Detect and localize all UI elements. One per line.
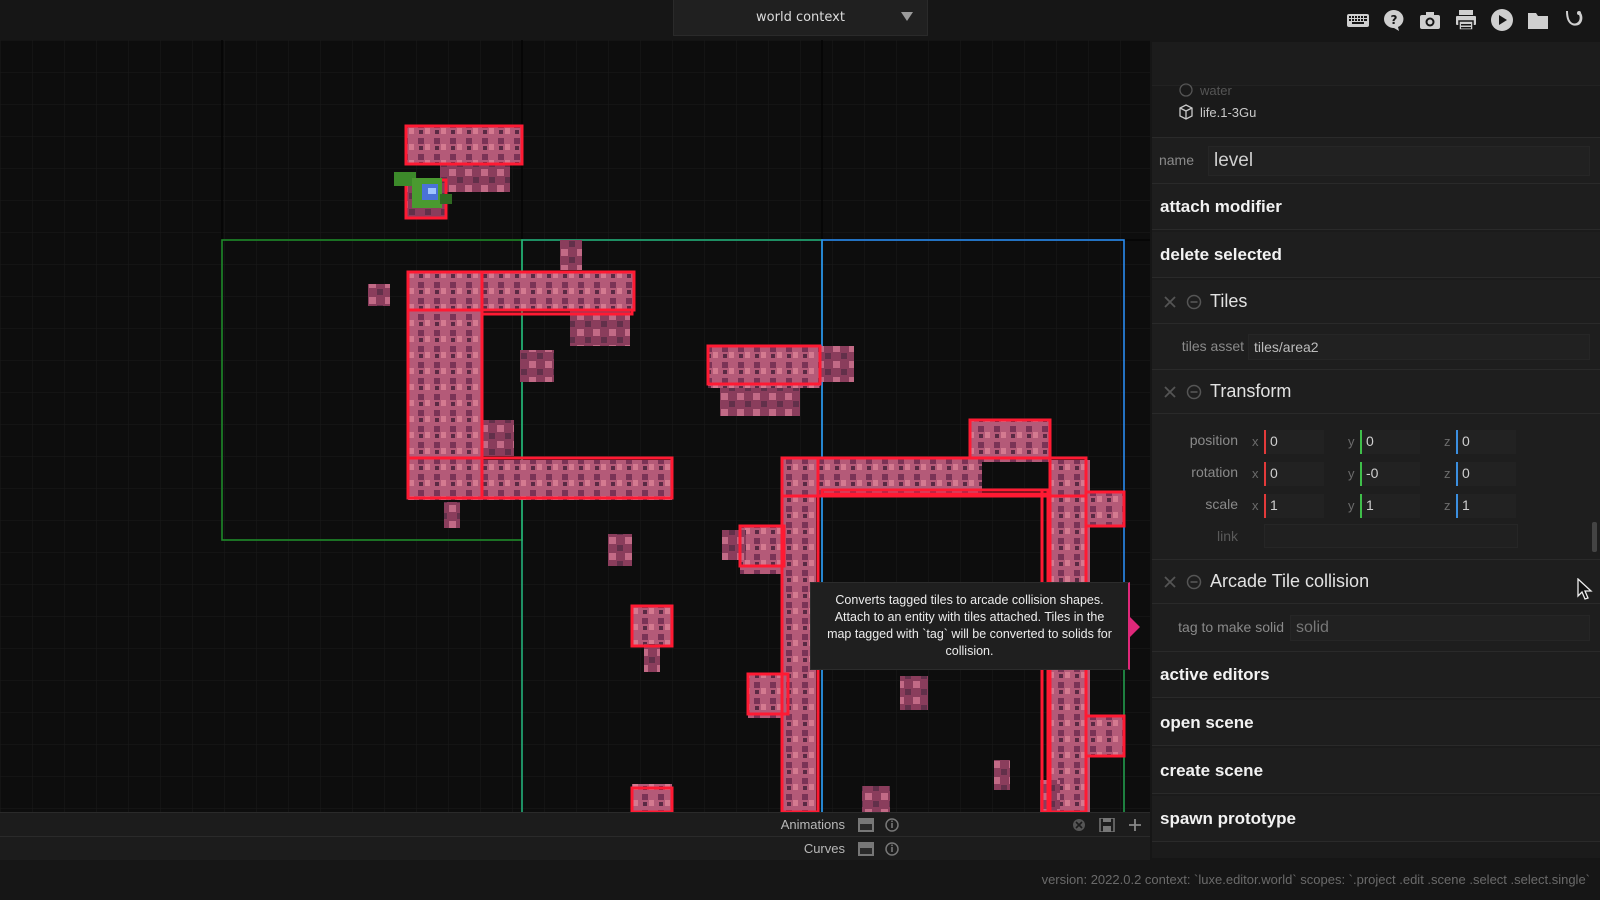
position-label: position bbox=[1189, 432, 1238, 448]
mouse-cursor-icon bbox=[1577, 578, 1593, 600]
tag-solid-input[interactable]: solid bbox=[1290, 615, 1590, 641]
animations-panel[interactable]: Animations bbox=[0, 812, 1150, 836]
tiles-asset-label: tiles asset bbox=[1181, 338, 1244, 354]
status-bar: version: 2022.0.2 context: `luxe.editor.… bbox=[0, 860, 1600, 900]
entity-row-life[interactable]: life.1-3Gu bbox=[1178, 104, 1256, 120]
curves-title: Curves bbox=[803, 841, 845, 856]
name-row: name level bbox=[1152, 138, 1600, 184]
rotation-z-input[interactable]: 0 bbox=[1456, 462, 1516, 486]
panel-toggle-icon[interactable] bbox=[858, 818, 874, 832]
info-icon[interactable] bbox=[884, 842, 900, 856]
chevron-down-icon[interactable] bbox=[901, 12, 913, 21]
close-circle-icon[interactable] bbox=[1071, 818, 1087, 832]
axis-z-label: z bbox=[1444, 434, 1451, 449]
axis-y-label: y bbox=[1348, 466, 1355, 481]
animations-title: Animations bbox=[780, 817, 845, 832]
world-scene bbox=[0, 40, 1150, 812]
entity-list-header bbox=[1152, 42, 1600, 86]
save-icon[interactable] bbox=[1099, 818, 1115, 832]
tiles-asset-input[interactable]: tiles/area2 bbox=[1248, 334, 1590, 360]
open-scene-button[interactable]: open scene bbox=[1152, 700, 1600, 746]
link-input[interactable] bbox=[1264, 524, 1518, 548]
printer-icon[interactable] bbox=[1454, 8, 1478, 32]
delete-selected-button[interactable]: delete selected bbox=[1152, 232, 1600, 278]
world-viewport[interactable]: Converts tagged tiles to arcade collisio… bbox=[0, 40, 1150, 812]
tiles-asset-row: tiles asset tiles/area2 bbox=[1152, 324, 1600, 370]
scale-x-input[interactable]: 1 bbox=[1264, 494, 1324, 518]
collapse-icon[interactable] bbox=[1186, 384, 1202, 400]
tooltip-text: Converts tagged tiles to arcade collisio… bbox=[827, 593, 1112, 658]
panel-toggle-icon[interactable] bbox=[858, 842, 874, 856]
position-x-input[interactable]: 0 bbox=[1264, 430, 1324, 454]
folder-icon[interactable] bbox=[1526, 8, 1550, 32]
cube-icon bbox=[1179, 104, 1193, 120]
luxe-logo-icon[interactable] bbox=[1562, 8, 1586, 32]
link-label: link bbox=[1216, 528, 1238, 544]
entity-label: water bbox=[1200, 82, 1232, 98]
axis-x-label: x bbox=[1252, 498, 1259, 513]
camera-icon[interactable] bbox=[1418, 8, 1442, 32]
close-icon[interactable] bbox=[1162, 574, 1178, 590]
scale-z-input[interactable]: 1 bbox=[1456, 494, 1516, 518]
close-icon[interactable] bbox=[1162, 384, 1178, 400]
keyboard-icon[interactable] bbox=[1346, 8, 1370, 32]
entity-label: life.1-3Gu bbox=[1200, 104, 1257, 120]
axis-x-label: x bbox=[1252, 434, 1259, 449]
curves-panel[interactable]: Curves bbox=[0, 836, 1150, 860]
context-select-value: world context bbox=[756, 10, 845, 25]
create-scene-button[interactable]: create scene bbox=[1152, 748, 1600, 794]
rotation-y-input[interactable]: -0 bbox=[1360, 462, 1420, 486]
axis-x-label: x bbox=[1252, 466, 1259, 481]
scale-label: scale bbox=[1205, 496, 1238, 512]
inspector-scrollbar[interactable] bbox=[1592, 522, 1597, 552]
position-z-input[interactable]: 0 bbox=[1456, 430, 1516, 454]
position-y-input[interactable]: 0 bbox=[1360, 430, 1420, 454]
tag-solid-row: tag to make solid solid bbox=[1152, 604, 1600, 652]
arcade-collision-component-header[interactable]: Arcade Tile collision bbox=[1152, 560, 1600, 604]
circle-icon bbox=[1179, 83, 1193, 97]
name-input[interactable]: level bbox=[1208, 146, 1590, 176]
axis-z-label: z bbox=[1444, 466, 1451, 481]
toolbar-icons: ? bbox=[1346, 8, 1586, 32]
collapse-icon[interactable] bbox=[1186, 294, 1202, 310]
info-icon[interactable] bbox=[884, 818, 900, 832]
entity-row-water[interactable]: water bbox=[1178, 82, 1232, 98]
top-bar: world context ? bbox=[0, 0, 1600, 40]
tooltip-arrow bbox=[1130, 617, 1140, 637]
active-editors-button[interactable]: active editors bbox=[1152, 652, 1600, 698]
tag-solid-label: tag to make solid bbox=[1178, 619, 1284, 635]
context-select[interactable]: world context bbox=[673, 0, 928, 36]
status-text: version: 2022.0.2 context: `luxe.editor.… bbox=[1041, 872, 1590, 887]
rotation-x-input[interactable]: 0 bbox=[1264, 462, 1324, 486]
help-icon[interactable]: ? bbox=[1382, 8, 1406, 32]
transform-fields: position x 0 y 0 z 0 rotation x 0 y -0 z… bbox=[1152, 414, 1600, 560]
scale-y-input[interactable]: 1 bbox=[1360, 494, 1420, 518]
axis-y-label: y bbox=[1348, 498, 1355, 513]
attach-modifier-button[interactable]: attach modifier bbox=[1152, 184, 1600, 230]
component-tooltip: Converts tagged tiles to arcade collisio… bbox=[810, 582, 1140, 670]
play-icon[interactable] bbox=[1490, 8, 1514, 32]
axis-y-label: y bbox=[1348, 434, 1355, 449]
transform-title: Transform bbox=[1210, 381, 1292, 401]
tiles-component-header[interactable]: Tiles bbox=[1152, 280, 1600, 324]
entity-list[interactable]: water life.1-3Gu bbox=[1152, 42, 1600, 138]
close-icon[interactable] bbox=[1162, 294, 1178, 310]
rotation-label: rotation bbox=[1191, 464, 1238, 480]
transform-component-header[interactable]: Transform bbox=[1152, 370, 1600, 414]
spawn-prototype-button[interactable]: spawn prototype bbox=[1152, 796, 1600, 842]
name-label: name bbox=[1158, 152, 1194, 168]
svg-text:?: ? bbox=[1391, 13, 1398, 27]
inspector-panel: water life.1-3Gu name level attach modif… bbox=[1152, 42, 1600, 858]
tiles-title: Tiles bbox=[1210, 291, 1248, 311]
collapse-icon[interactable] bbox=[1186, 574, 1202, 590]
axis-z-label: z bbox=[1444, 498, 1451, 513]
add-icon[interactable] bbox=[1127, 818, 1143, 832]
arcade-collision-title: Arcade Tile collision bbox=[1210, 571, 1370, 591]
